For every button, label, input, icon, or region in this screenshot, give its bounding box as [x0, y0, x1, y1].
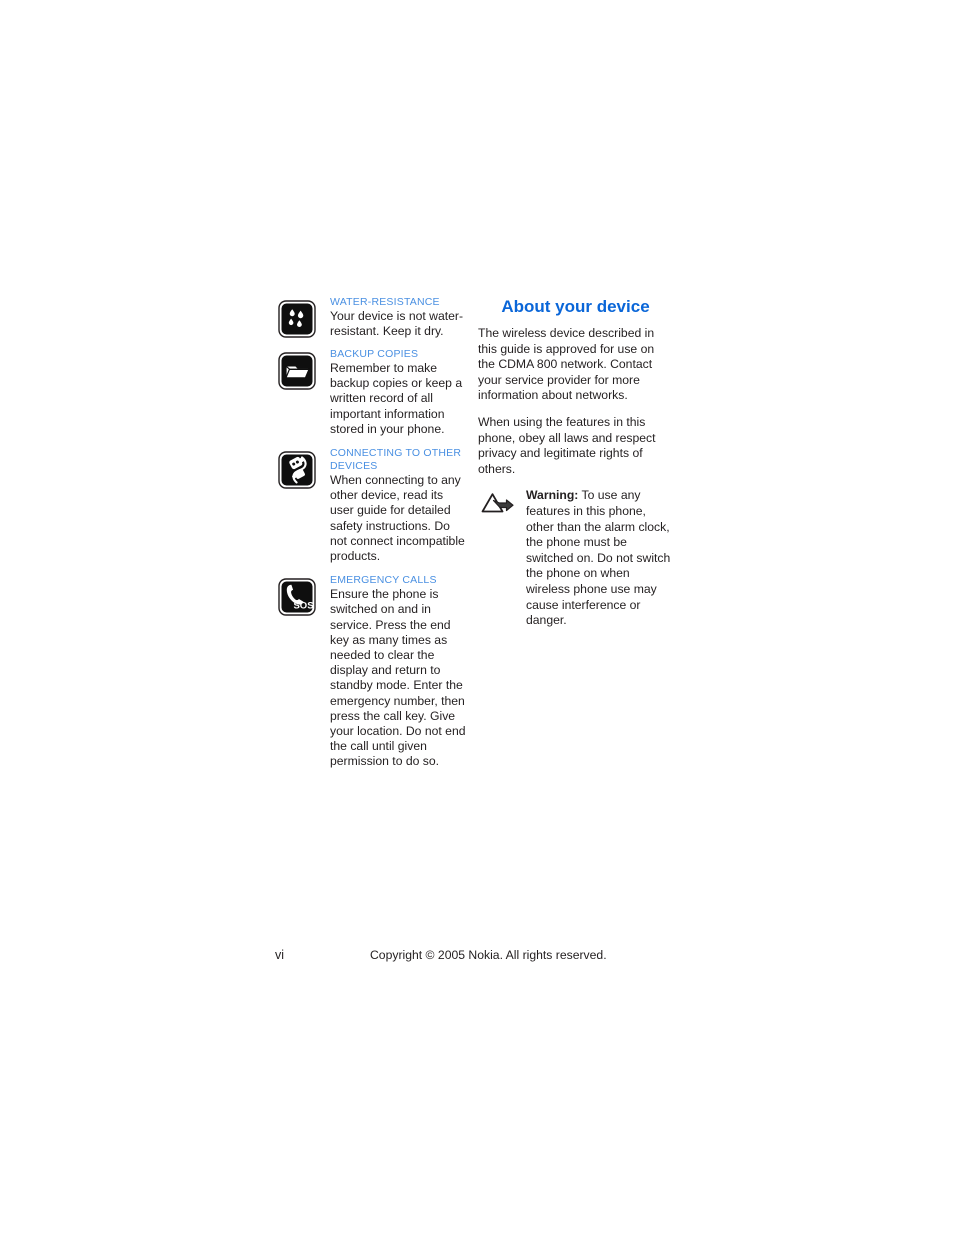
warning-text: Warning: To use any features in this pho…	[526, 488, 673, 628]
emergency-sos-phone-icon: SOS	[278, 578, 316, 616]
safety-notes-column: WATER-RESISTANCE Your device is not wate…	[278, 296, 468, 778]
note-body: Your device is not water-resistant. Keep…	[330, 309, 464, 339]
svg-text:SOS: SOS	[293, 601, 313, 612]
about-paragraph-2: When using the features in this phone, o…	[478, 414, 656, 476]
note-heading: BACKUP COPIES	[330, 348, 419, 360]
about-your-device-column: About your device The wireless device de…	[478, 296, 673, 629]
page-title: About your device	[501, 297, 650, 316]
warning-triangle-arrow-icon	[480, 491, 520, 517]
copyright-notice: Copyright © 2005 Nokia. All rights reser…	[370, 948, 607, 962]
manual-page: WATER-RESISTANCE Your device is not wate…	[0, 0, 954, 1235]
page-footer: vi Copyright © 2005 Nokia. All rights re…	[0, 946, 954, 966]
about-paragraph-1: The wireless device described in this gu…	[478, 326, 655, 403]
plug-connector-icon	[278, 451, 316, 489]
note-body: When connecting to any other device, rea…	[330, 473, 465, 564]
warning-label: Warning:	[526, 488, 579, 503]
folder-backup-icon	[278, 352, 316, 390]
note-emergency-calls: SOS EMERGENCY CALLS Ensure the phone is …	[278, 574, 468, 769]
note-water-resistance: WATER-RESISTANCE Your device is not wate…	[278, 296, 468, 340]
note-body: Ensure the phone is switched on and in s…	[330, 587, 466, 769]
note-heading: WATER-RESISTANCE	[330, 296, 440, 308]
warning-note: Warning: To use any features in this pho…	[478, 488, 673, 628]
note-backup-copies: BACKUP COPIES Remember to make backup co…	[278, 348, 468, 437]
water-drops-icon	[278, 300, 316, 338]
note-heading: EMERGENCY CALLS	[330, 574, 437, 587]
warning-body: To use any features in this phone, other…	[526, 488, 671, 628]
note-connecting-devices: CONNECTING TO OTHER DEVICES When connect…	[278, 447, 468, 564]
note-heading: CONNECTING TO OTHER DEVICES	[330, 447, 462, 473]
note-body: Remember to make backup copies or keep a…	[330, 361, 463, 436]
page-number: vi	[275, 948, 285, 962]
